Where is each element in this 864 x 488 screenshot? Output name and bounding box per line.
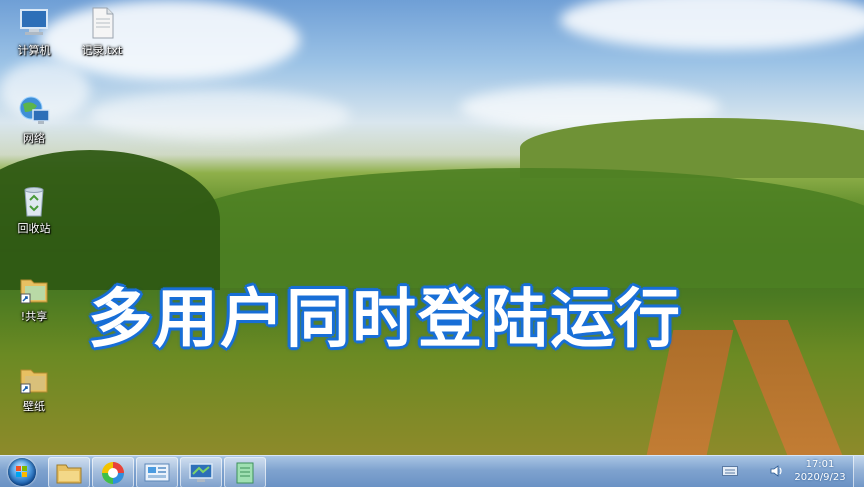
desktop-icon-computer[interactable]: 计算机 (2, 6, 66, 58)
desktop-icon-network[interactable]: 网络 (2, 94, 66, 146)
icon-label: !共享 (20, 310, 48, 323)
keyboard-icon[interactable] (722, 466, 738, 476)
text-file-icon (85, 6, 119, 40)
clock-time: 17:01 (805, 459, 835, 470)
taskbar-control-panel[interactable] (136, 457, 178, 488)
notepad-icon (236, 462, 254, 483)
desktop-icon-share-folder[interactable]: !共享 (2, 272, 66, 324)
clock-date: 2020/9/23 (794, 472, 846, 483)
desktop-icon-wallpaper-folder[interactable]: 壁纸 (2, 362, 66, 414)
folder-shortcut-icon (17, 272, 51, 306)
remote-desktop-icon (189, 462, 213, 482)
clock[interactable]: 17:01 2020/9/23 (790, 458, 850, 484)
windows-logo-icon (8, 457, 36, 486)
icon-label: 壁纸 (23, 400, 45, 413)
desktop-wallpaper: 计算机 记录.txt 网络 回收站 !共享 壁纸 多用户同时登陆运行 (0, 0, 864, 455)
icon-label: 计算机 (17, 44, 51, 57)
folder-shortcut-icon (17, 362, 51, 396)
volume-icon[interactable] (770, 464, 784, 478)
folder-icon (56, 464, 82, 483)
recycle-bin-icon (17, 184, 51, 218)
desktop-icon-text-file[interactable]: 记录.txt (70, 6, 134, 58)
desktop-icon-recycle-bin[interactable]: 回收站 (2, 184, 66, 236)
colorful-browser-icon (102, 461, 124, 484)
taskbar: 17:01 2020/9/23 (0, 455, 864, 488)
taskbar-browser[interactable] (92, 457, 134, 488)
system-tray: 17:01 2020/9/23 (714, 456, 864, 487)
network-icon (17, 94, 51, 128)
taskbar-remote-desktop[interactable] (180, 457, 222, 488)
taskbar-explorer[interactable] (48, 457, 90, 488)
start-button[interactable] (3, 456, 41, 487)
show-desktop-button[interactable] (853, 456, 864, 487)
icon-label: 网络 (23, 132, 45, 145)
icon-label: 回收站 (17, 222, 51, 235)
taskbar-notepad[interactable] (224, 457, 266, 488)
control-panel-icon (144, 463, 170, 481)
overlay-headline: 多用户同时登陆运行 (88, 283, 682, 357)
computer-icon (17, 6, 51, 40)
icon-label: 记录.txt (81, 44, 123, 57)
